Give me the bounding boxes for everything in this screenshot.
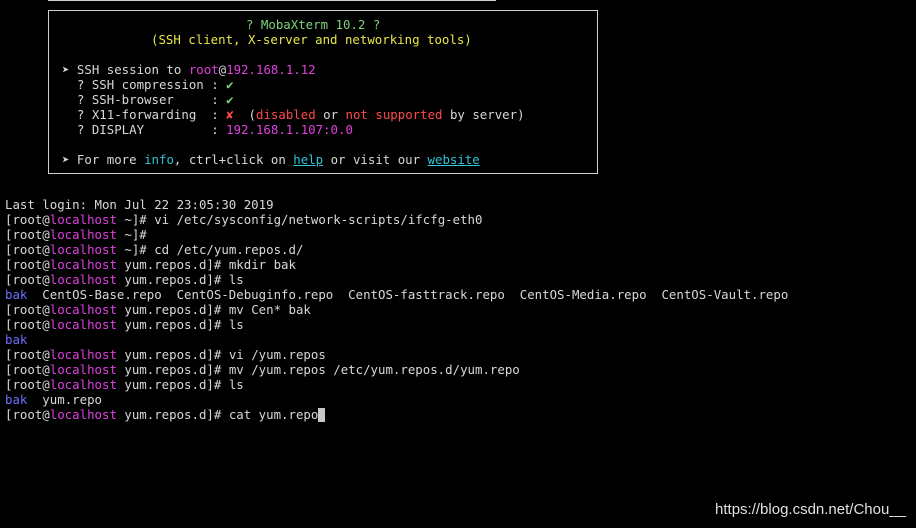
x11-or: or [315,107,346,122]
prompt-dir: ~]# [116,227,147,242]
prompt-line: [root@localhost ~]# [5,227,147,242]
prompt-user: [root@ [5,377,50,392]
banner-subtitle: (SSH client, X-server and networking too… [151,32,472,47]
more-mid: , ctrl+click on [173,152,294,167]
command-text: vi /etc/sysconfig/network-scripts/ifcfg-… [154,212,483,227]
prompt-user: [root@ [5,347,50,362]
prompt-host: localhost [49,317,117,332]
prompt-dir: ~]# [116,242,155,257]
command-text: mv /yum.repos /etc/yum.repos.d/yum.repo [228,362,520,377]
ls-output-line: bak CentOS-Base.repo CentOS-Debuginfo.re… [5,287,788,302]
compression-check-icon: ✔ [226,77,234,92]
banner-title: ? MobaXterm 10.2 ? [246,17,381,32]
prompt-user: [root@ [5,317,50,332]
banner-session-line: ➤ SSH session to root@192.168.1.12 [62,62,316,77]
prompt-dir: ~]# [116,212,155,227]
command-text: mv Cen* bak [228,302,311,317]
browser-label: ? SSH-browser : [62,92,227,107]
command-text: mkdir bak [228,257,296,272]
prompt-dir: yum.repos.d]# [116,317,229,332]
prompt-dir: yum.repos.d]# [116,407,229,422]
prompt-user: [root@ [5,212,50,227]
prompt-dir: yum.repos.d]# [116,362,229,377]
last-login-line: Last login: Mon Jul 22 23:05:30 2019 [5,197,274,212]
command-text: ls [228,272,244,287]
display-label: ? DISPLAY : [62,122,227,137]
more-or-visit: or visit our [323,152,428,167]
session-user: root [188,62,219,77]
browser-check-icon: ✔ [226,92,234,107]
session-host: 192.168.1.12 [226,62,316,77]
ls-dir-entry: bak [5,392,28,407]
prompt-line: [root@localhost yum.repos.d]# ls [5,377,244,392]
prompt-dir: yum.repos.d]# [116,272,229,287]
ls-dir-entry: bak [5,287,28,302]
prompt-host: localhost [49,212,117,227]
ls-dir-entry: bak [5,332,28,347]
x11-paren-open: ( [233,107,256,122]
prompt-dir: yum.repos.d]# [116,377,229,392]
prompt-host: localhost [49,377,117,392]
prompt-host: localhost [49,407,117,422]
banner-display-line: ? DISPLAY : 192.168.1.107:0.0 [62,122,353,137]
prompt-line: [root@localhost yum.repos.d]# mv /yum.re… [5,362,520,377]
prompt-line: [root@localhost yum.repos.d]# mkdir bak [5,257,296,272]
command-input[interactable]: cat yum.repo [229,407,319,422]
text-cursor [318,408,326,422]
prompt-dir: yum.repos.d]# [116,347,229,362]
prompt-host: localhost [49,272,117,287]
prompt-host: localhost [49,347,117,362]
prompt-line: [root@localhost yum.repos.d]# ls [5,317,244,332]
prompt-host: localhost [49,302,117,317]
command-text: cd /etc/yum.repos.d/ [154,242,304,257]
command-text: vi /yum.repos [228,347,326,362]
prompt-user: [root@ [5,362,50,377]
prompt-line: [root@localhost yum.repos.d]# vi /yum.re… [5,347,326,362]
prompt-host: localhost [49,242,117,257]
watermark-text: https://blog.csdn.net/Chou__ [715,501,906,518]
prompt-host: localhost [49,257,117,272]
prompt-line: [root@localhost ~]# vi /etc/sysconfig/ne… [5,212,482,227]
command-text: ls [228,377,244,392]
prompt-line: [root@localhost yum.repos.d]# ls [5,272,244,287]
ls-output-line: bak [5,332,27,347]
ls-file-entries: CentOS-Base.repo CentOS-Debuginfo.repo C… [27,287,789,302]
x11-disabled: disabled [255,107,316,122]
banner-browser-line: ? SSH-browser : ✔ [62,92,234,107]
prompt-user: [root@ [5,407,50,422]
website-link[interactable]: website [428,152,480,167]
prompt-user: [root@ [5,302,50,317]
banner-more-line: ➤ For more info, ctrl+click on help or v… [62,152,480,167]
prompt-host: localhost [49,362,117,377]
x11-cross-icon: ✘ [226,107,234,122]
prompt-user: [root@ [5,242,50,257]
prompt-user: [root@ [5,272,50,287]
prompt-line: [root@localhost yum.repos.d]# mv Cen* ba… [5,302,311,317]
banner-compression-line: ? SSH compression : ✔ [62,77,234,92]
terminal-window[interactable]: ? MobaXterm 10.2 ? (SSH client, X-server… [0,0,916,528]
help-link[interactable]: help [293,152,323,167]
info-link[interactable]: info [144,152,174,167]
command-text: ls [228,317,244,332]
prompt-host: localhost [49,227,117,242]
banner-x11-line: ? X11-forwarding : ✘ (disabled or not su… [62,107,525,122]
prompt-dir: yum.repos.d]# [116,257,229,272]
prompt-user: [root@ [5,227,50,242]
prompt-line: [root@localhost ~]# cd /etc/yum.repos.d/ [5,242,303,257]
prompt-dir: yum.repos.d]# [116,302,229,317]
x11-not-supported: not supported [345,107,443,122]
prompt-user: [root@ [5,257,50,272]
x11-by-server: by server) [442,107,525,122]
ls-output-line: bak yum.repo [5,392,102,407]
more-prefix: ➤ For more [62,152,145,167]
session-prefix: ➤ SSH session to [62,62,189,77]
compression-label: ? SSH compression : [62,77,227,92]
display-value: 192.168.1.107:0.0 [226,122,353,137]
x11-label: ? X11-forwarding : [62,107,227,122]
top-divider [48,0,496,1]
current-prompt-line[interactable]: [root@localhost yum.repos.d]# cat yum.re… [5,407,326,422]
ls-file-entries: yum.repo [27,392,102,407]
